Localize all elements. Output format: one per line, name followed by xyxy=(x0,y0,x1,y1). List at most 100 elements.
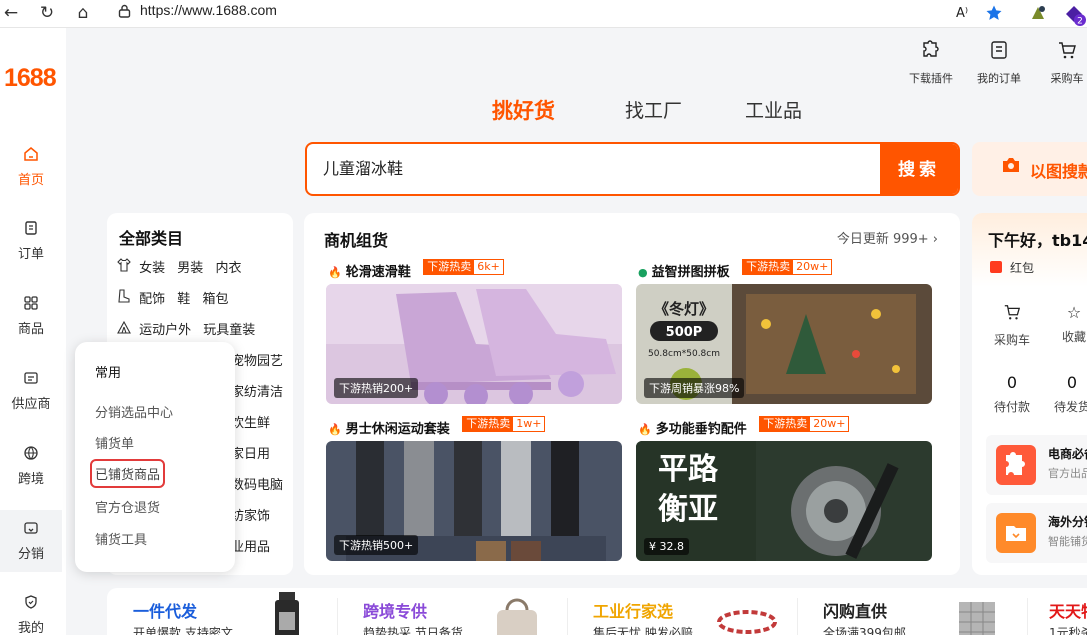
back-arrow-icon[interactable]: ← xyxy=(0,2,22,24)
util-label: 下载插件 xyxy=(909,72,953,85)
update-text: 今日更新 999+ xyxy=(836,232,929,247)
star-icon: ☆ xyxy=(1066,303,1082,322)
service-card[interactable]: 海外分销 智能铺货 xyxy=(986,503,1087,563)
feature-daily-deal[interactable]: 天天特 1元秒杀 xyxy=(1027,588,1087,635)
rail-item-home[interactable]: 首页 xyxy=(0,146,62,200)
fire-icon: 🔥 xyxy=(328,423,342,436)
feature-flash[interactable]: 闪购直供 全场满399包邮 xyxy=(797,588,1027,635)
refresh-icon[interactable]: ↻ xyxy=(36,2,58,24)
card-image-fishing[interactable]: 平路 衡亚 ¥ 32.8 xyxy=(636,441,932,561)
home-icon[interactable]: ⌂ xyxy=(72,2,94,24)
category-link[interactable]: 宠物园艺 xyxy=(231,350,283,369)
fire-icon: 🔥 xyxy=(638,423,652,436)
category-link[interactable]: 饮生鲜 xyxy=(231,412,270,431)
category-link[interactable]: 家日用 xyxy=(231,443,270,462)
tab-pick-goods[interactable]: 挑好货 xyxy=(492,95,555,125)
feature-sub: 集后无忧 映发必赔 xyxy=(593,626,693,635)
feature-dropship[interactable]: 一件代发 开单爆款 支持密文 xyxy=(107,588,337,635)
menu-item-official-returns[interactable]: 官方仓退货 xyxy=(95,497,160,516)
greeting-area: 下午好，tb14 红包 xyxy=(972,213,1087,287)
feature-industrial[interactable]: 工业行家选 集后无忧 映发必赔 xyxy=(567,588,797,635)
category-link[interactable]: 玩具童装 xyxy=(203,323,255,338)
left-nav-rail: 1688 首页 订单 商品 供应商 跨境 分销 我的 xyxy=(0,28,66,635)
menu-item-distribution-tools[interactable]: 铺货工具 xyxy=(95,529,147,548)
sales-badge: 下游周销暴涨98% xyxy=(644,378,745,398)
panel-title: 商机组货 xyxy=(324,231,389,250)
profile-extension-icon[interactable]: 2 xyxy=(1064,4,1086,27)
tab-find-factory[interactable]: 找工厂 xyxy=(625,96,682,123)
menu-item-distribution-list[interactable]: 铺货单 xyxy=(95,433,134,452)
favorite-star-icon[interactable] xyxy=(984,4,1004,24)
card-title: 益智拼图拼板 xyxy=(651,265,730,280)
feature-title: 一件代发 xyxy=(133,602,198,621)
category-link[interactable]: 女装 xyxy=(139,261,165,276)
cart-button[interactable]: 采购车 xyxy=(1039,40,1087,86)
svg-text:衡亚: 衡亚 xyxy=(658,492,718,527)
chevron-right-icon: › xyxy=(932,232,938,247)
category-link[interactable]: 配饰 xyxy=(139,292,165,307)
feature-title: 天天特 xyxy=(1049,602,1087,621)
logo-1688[interactable]: 1688 xyxy=(4,64,57,93)
rail-label: 跨境 xyxy=(17,472,44,487)
favorites-shortcut[interactable]: ☆ 收藏 xyxy=(1044,303,1087,345)
card-image-puzzle[interactable]: 《冬灯》 500P 50.8cm*50.8cm 下游周销暴涨98% xyxy=(636,284,932,404)
cart-icon xyxy=(1039,40,1087,66)
svg-text:平路: 平路 xyxy=(658,452,719,487)
supplier-icon xyxy=(22,370,40,388)
card-image-skates[interactable]: 下游热销200+ xyxy=(326,284,622,404)
pending-shipment[interactable]: 0 待发货 xyxy=(1042,373,1087,415)
rail-label: 订单 xyxy=(17,247,44,262)
pending-payment[interactable]: 0 待付款 xyxy=(982,373,1042,415)
service-card[interactable]: 电商必备 官方出品 xyxy=(986,435,1087,495)
search-input[interactable] xyxy=(323,157,863,176)
category-link[interactable]: 纺家饰 xyxy=(231,505,270,524)
feature-crossborder[interactable]: 跨境专供 趋势热采 节日备货 xyxy=(337,588,567,635)
rail-item-suppliers[interactable]: 供应商 xyxy=(0,370,62,424)
download-plugin-button[interactable]: 下载插件 xyxy=(903,40,959,86)
url-text: https://www.1688.com xyxy=(140,2,277,18)
rail-item-mine[interactable]: 我的 xyxy=(0,594,62,635)
feature-sub: 1元秒杀 xyxy=(1049,626,1087,635)
sales-badge: 下游热销500+ xyxy=(334,535,419,555)
rail-item-distribution[interactable]: 分销 xyxy=(0,510,62,572)
address-bar[interactable]: https://www.1688.com xyxy=(106,0,1087,26)
count-label: 待付款 xyxy=(993,400,1030,414)
cart-shortcut[interactable]: 采购车 xyxy=(982,303,1042,348)
card-image-sportswear[interactable]: 下游热销500+ xyxy=(326,441,622,561)
boot-icon xyxy=(117,289,135,307)
category-link[interactable]: 内衣 xyxy=(215,261,241,276)
rail-item-crossborder[interactable]: 跨境 xyxy=(0,445,62,499)
category-link[interactable]: 业用品 xyxy=(231,536,270,555)
red-packet-link[interactable]: 红包 xyxy=(990,259,1034,276)
hot-tag: 下游热卖 6k+ xyxy=(423,259,504,275)
category-link[interactable]: 鞋 xyxy=(177,292,190,307)
image-search-button[interactable]: 以图搜款 xyxy=(972,142,1087,196)
svg-text:500P: 500P xyxy=(666,325,703,340)
browser-toolbar: ← ↻ ⌂ https://www.1688.com A⁾ 2 xyxy=(0,0,1087,28)
update-link[interactable]: 今日更新 999+ › xyxy=(837,228,938,247)
search-button[interactable]: 搜索 xyxy=(880,144,958,194)
read-aloud-icon[interactable]: A⁾ xyxy=(952,4,972,24)
my-orders-button[interactable]: 我的订单 xyxy=(971,40,1027,86)
feature-sub: 开单爆款 支持密文 xyxy=(133,626,233,635)
category-link[interactable]: 运动户外 xyxy=(139,323,191,338)
extension-icon[interactable] xyxy=(1028,4,1048,24)
count-value: 0 xyxy=(1066,373,1078,392)
tag-label: 下游热卖 xyxy=(743,260,794,274)
opportunity-panel: 商机组货 今日更新 999+ › 🔥 轮滑速滑鞋 下游热卖 6k+ 下游热销20… xyxy=(304,213,960,575)
hot-tag: 下游热卖 20w+ xyxy=(759,416,850,432)
tab-industrial[interactable]: 工业品 xyxy=(745,96,802,123)
rail-item-orders[interactable]: 订单 xyxy=(0,220,62,274)
menu-item-distributed-products[interactable]: 已铺货商品 xyxy=(89,459,166,488)
service-sub: 智能铺货 xyxy=(1048,535,1087,548)
user-panel: 下午好，tb14 红包 采购车 ☆ 收藏 0 待付款 0 待发货 电商必备 官方… xyxy=(972,213,1087,575)
category-link[interactable]: 男装 xyxy=(177,261,203,276)
red-packet-label: 红包 xyxy=(1010,261,1035,275)
rail-item-products[interactable]: 商品 xyxy=(0,295,62,349)
feature-title: 工业行家选 xyxy=(593,602,674,621)
category-link[interactable]: 箱包 xyxy=(202,292,228,307)
cart-icon xyxy=(982,303,1042,325)
category-link[interactable]: 数码电脑 xyxy=(231,474,283,493)
menu-item-selection-center[interactable]: 分销选品中心 xyxy=(95,402,173,421)
category-link[interactable]: 家纺清洁 xyxy=(231,381,283,400)
